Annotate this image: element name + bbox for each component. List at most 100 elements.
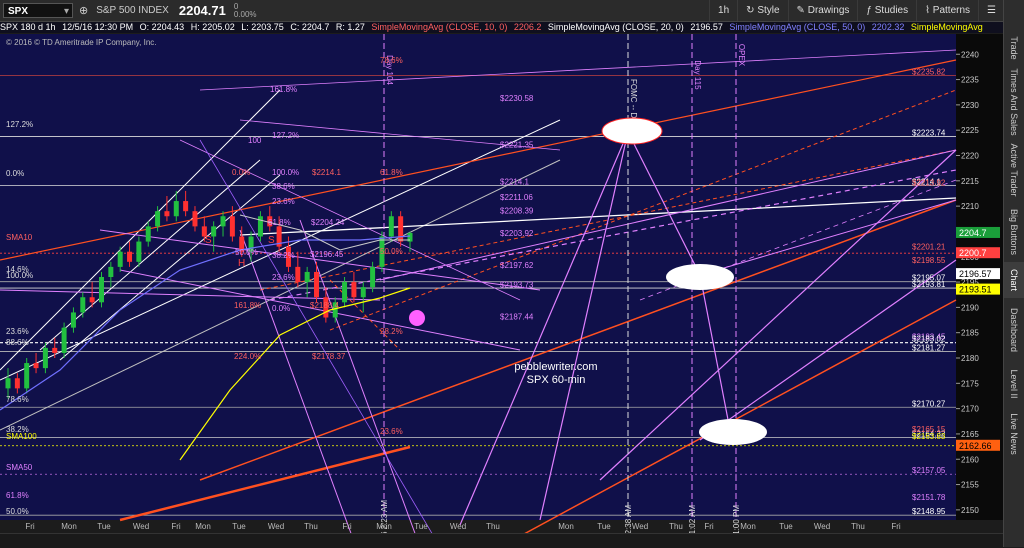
y-tick-label: 2210 — [961, 202, 979, 211]
candle-body — [229, 216, 235, 237]
target-oval — [666, 264, 734, 290]
fib-label: 100.0% — [272, 168, 299, 177]
sidebar-tab-big-buttons[interactable]: Big Buttons — [1004, 202, 1024, 262]
fib-label: 127.2% — [6, 120, 33, 129]
fib-label: $2188.4 — [310, 301, 339, 310]
price-level-label: $2181.27 — [912, 344, 946, 353]
target-oval — [699, 419, 767, 445]
fib-label: 38.2% — [272, 251, 295, 260]
sidebar-tab-label: Times And Sales — [1009, 68, 1019, 136]
y-tick-label: 2180 — [961, 354, 979, 363]
fib-label: 28.2% — [380, 327, 403, 336]
fib-label: 127.2% — [272, 131, 299, 140]
price-level-label: $2230.58 — [500, 94, 534, 103]
candle-body — [70, 312, 76, 328]
y-tick-label: 2215 — [961, 177, 979, 186]
x-tick-label: Fri — [891, 522, 901, 531]
sidebar-tab-label: Live News — [1009, 413, 1019, 455]
sidebar-tab-dashboard[interactable]: Dashboard — [1004, 298, 1024, 362]
target-oval — [601, 117, 663, 145]
price-level-label: $2211.06 — [500, 193, 533, 202]
price-level-label: $2198.55 — [912, 256, 946, 265]
x-tick-label: Tue — [232, 522, 246, 531]
watermark-line-2: SPX 60-min — [527, 374, 586, 386]
watermark-line-1: pebblewriter.com — [514, 361, 597, 373]
right-sidebar: Trade Times And Sales Active Trader Big But… — [1003, 0, 1024, 547]
sidebar-tab-trade[interactable]: Trade — [1004, 30, 1024, 66]
y-tick-label: 2175 — [961, 379, 979, 388]
x-tick-label: Fri — [171, 522, 181, 531]
price-level-label: $2208.39 — [500, 206, 534, 215]
fib-label: SMA100 — [6, 432, 37, 441]
candle-body — [42, 347, 48, 369]
fib-label: 61.8% — [268, 218, 291, 227]
sidebar-tab-level-ii[interactable]: Level II — [1004, 362, 1024, 406]
sidebar-tab-label: Dashboard — [1009, 307, 1019, 353]
pattern-label: S — [268, 235, 275, 246]
candle-body — [61, 327, 67, 353]
y-tick-label: 2190 — [961, 303, 979, 312]
event-label: Day 115 — [693, 60, 702, 90]
candle-body — [80, 297, 86, 313]
candle-body — [388, 216, 394, 237]
y-tick-label: 2185 — [961, 329, 979, 338]
price-level-label: $2214.1 — [500, 177, 529, 186]
candle-body — [304, 271, 310, 283]
x-tick-label: Wed — [268, 522, 284, 531]
time-axis-bar[interactable] — [0, 533, 1004, 548]
fib-label: SMA10 — [6, 233, 33, 242]
candle-body — [52, 347, 58, 353]
sidebar-tab-chart[interactable]: Chart — [1004, 262, 1024, 298]
price-level-label: $2187.44 — [500, 312, 534, 321]
fib-label: $2196.45 — [310, 250, 344, 259]
x-tick-label: Thu — [304, 522, 318, 531]
marker-dot — [409, 310, 425, 326]
price-level-label: $2163.83 — [912, 432, 946, 441]
y-tick-label: 2155 — [961, 481, 979, 490]
x-tick-label: Tue — [597, 522, 611, 531]
fib-label: $2204.24 — [311, 218, 345, 227]
candle-body — [370, 266, 376, 288]
candle-body — [398, 216, 404, 242]
x-tick-label: Wed — [632, 522, 648, 531]
price-level-label: $2223.74 — [912, 129, 946, 138]
fib-label: SMA50 — [6, 463, 33, 472]
y-tick-label: 2150 — [961, 506, 979, 515]
x-tick-label: Mon — [61, 522, 77, 531]
sidebar-tab-active-trader[interactable]: Active Trader — [1004, 138, 1024, 202]
fib-label: 23.6% — [380, 427, 403, 436]
sidebar-tab-label: Chart — [1009, 268, 1019, 292]
x-tick-label: Wed — [450, 522, 466, 531]
sidebar-tab-live-news[interactable]: Live News — [1004, 406, 1024, 462]
y-tick-label: 2160 — [961, 455, 979, 464]
fib-label: 23.6% — [272, 197, 295, 206]
candle-body — [14, 378, 20, 389]
price-chart[interactable]: Day 104FOMC -- Day 111Day 115OPEX12/5/16… — [0, 0, 1004, 547]
candle-body — [117, 251, 123, 267]
fib-label: 100.0% — [6, 271, 33, 280]
fib-label: 0.0% — [232, 168, 250, 177]
price-level-label: $2203.92 — [500, 229, 534, 238]
x-tick-label: Wed — [814, 522, 830, 531]
candle-body — [127, 251, 133, 262]
price-level-label: $2157.05 — [912, 466, 946, 475]
x-tick-label: Thu — [486, 522, 500, 531]
candle-body — [155, 211, 161, 227]
fib-label: 88.6% — [6, 338, 29, 347]
x-tick-label: Wed — [133, 522, 149, 531]
y-tick-label: 2170 — [961, 405, 979, 414]
candle-body — [164, 211, 170, 217]
candle-body — [24, 363, 30, 389]
fib-label: 50.0% — [235, 248, 258, 257]
price-level-label: $2148.95 — [912, 507, 946, 516]
x-tick-label: Mon — [740, 522, 756, 531]
candle-body — [351, 282, 357, 298]
price-tag-label: 2162.66 — [959, 441, 992, 451]
x-tick-label: Tue — [779, 522, 793, 531]
price-level-label: $2201.21 — [912, 243, 946, 252]
candle-body — [5, 378, 11, 389]
x-tick-label: Tue — [97, 522, 111, 531]
candle-body — [173, 201, 179, 217]
sidebar-tab-times-and-sales[interactable]: Times And Sales — [1004, 66, 1024, 138]
candle-body — [342, 282, 348, 303]
